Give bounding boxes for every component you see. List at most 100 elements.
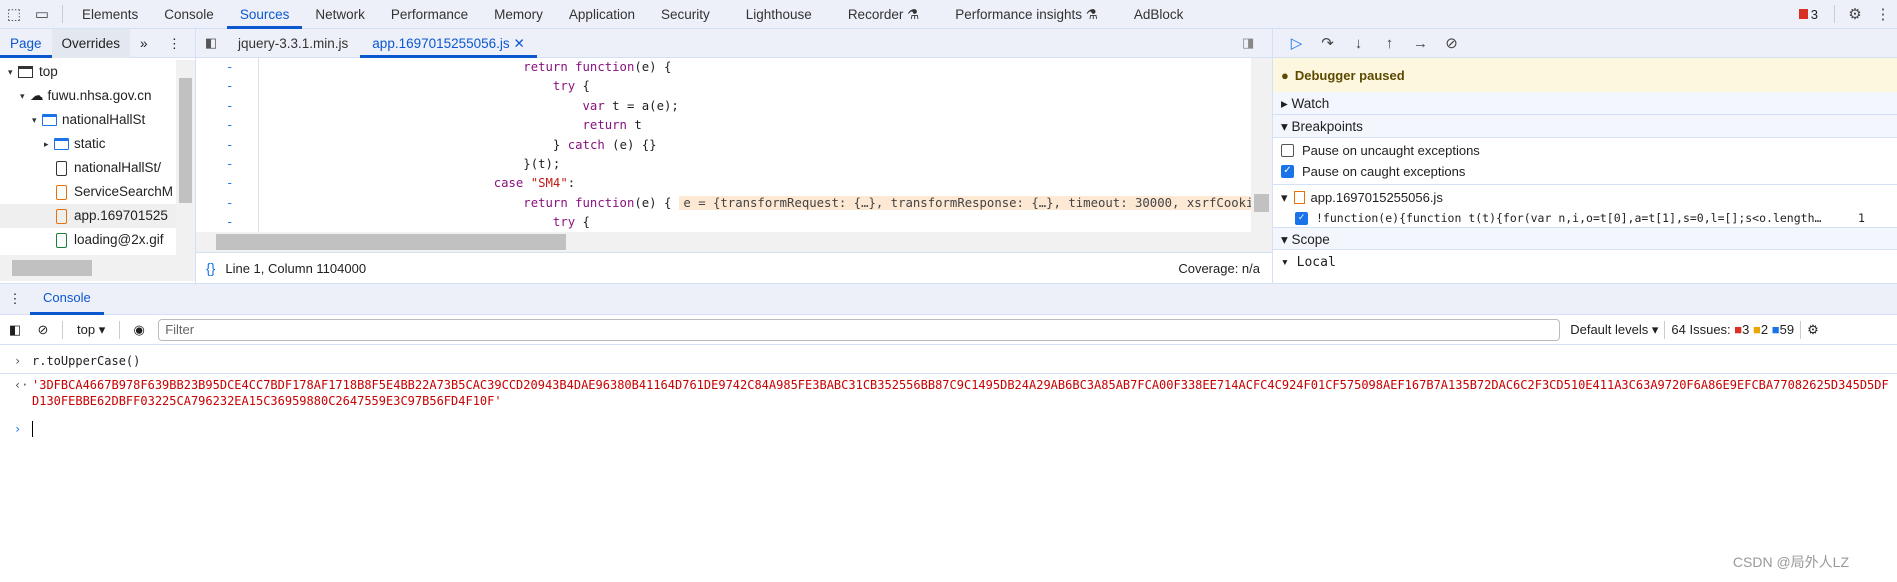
clear-console-icon[interactable]: ⊘ bbox=[30, 322, 56, 338]
tab-lighthouse[interactable]: Lighthouse bbox=[733, 0, 825, 29]
tab-adblock[interactable]: AdBlock bbox=[1121, 0, 1197, 29]
error-badge[interactable]: 3 bbox=[1798, 7, 1818, 22]
issues-button[interactable]: 64 Issues: ■3 ■2 ■59 bbox=[1671, 322, 1794, 337]
code-vscrollbar[interactable] bbox=[1251, 58, 1272, 232]
issue-info-count: 59 bbox=[1779, 322, 1795, 337]
tree-item[interactable]: nationalHallSt/ bbox=[0, 156, 176, 180]
tab-network[interactable]: Network bbox=[302, 0, 378, 29]
inline-value: e = {transformRequest: {…}, transformRes… bbox=[679, 195, 1251, 210]
step-over-icon[interactable]: ↷ bbox=[1312, 34, 1343, 52]
tree-scrollbar[interactable] bbox=[176, 60, 195, 255]
editor-tab-jquery[interactable]: jquery-3.3.1.min.js bbox=[226, 29, 360, 58]
device-toolbar-icon[interactable]: ▭ bbox=[28, 5, 56, 23]
code-hscrollbar[interactable] bbox=[196, 232, 1272, 252]
show-sidebar-icon[interactable]: ◧ bbox=[0, 322, 30, 338]
console-prompt[interactable]: › bbox=[0, 421, 1897, 441]
tree-item[interactable]: ServiceSearchM bbox=[0, 180, 176, 204]
toggle-navigator-icon[interactable]: ◧ bbox=[196, 35, 226, 51]
paused-text: Debugger paused bbox=[1294, 67, 1405, 83]
code-token: catch bbox=[567, 137, 605, 152]
code-line: - } catch (e) {} bbox=[196, 136, 1251, 155]
line-gutter-marker[interactable]: - bbox=[226, 136, 233, 155]
nav-tab-page[interactable]: Page bbox=[0, 29, 52, 58]
line-gutter-marker[interactable]: - bbox=[226, 194, 233, 213]
inspect-element-icon[interactable]: ⬚ bbox=[0, 5, 28, 23]
tab-security[interactable]: Security bbox=[648, 0, 723, 29]
pretty-print-icon[interactable]: {} bbox=[206, 260, 215, 276]
breakpoint-checkbox[interactable]: ✓ bbox=[1295, 212, 1308, 225]
tree-item[interactable]: ▾ ☁ fuwu.nhsa.gov.cn bbox=[0, 84, 176, 108]
folder-icon bbox=[54, 138, 69, 150]
line-gutter-marker[interactable]: - bbox=[226, 174, 233, 193]
line-gutter-marker[interactable]: - bbox=[226, 77, 233, 96]
tree-hscrollbar[interactable] bbox=[0, 255, 195, 281]
line-gutter-marker[interactable]: - bbox=[226, 58, 233, 77]
input-chevron-icon: › bbox=[14, 354, 22, 368]
code-token: return bbox=[523, 60, 576, 74]
local-scope[interactable]: ▾ Local bbox=[1273, 250, 1897, 274]
breakpoint-code: !function(e){function t(t){for(var n,i,o… bbox=[1316, 211, 1822, 225]
expand-arrow-icon[interactable]: ▾ bbox=[32, 108, 42, 132]
tab-console[interactable]: Console bbox=[151, 0, 227, 29]
step-icon[interactable]: → bbox=[1405, 35, 1436, 52]
step-out-icon[interactable]: ↑ bbox=[1374, 35, 1405, 52]
code-lines[interactable]: - return function(e) {- try {- var t = a… bbox=[196, 58, 1251, 232]
nav-tab-overrides[interactable]: Overrides bbox=[51, 28, 131, 58]
more-tabs-icon[interactable]: » bbox=[130, 29, 158, 58]
expand-arrow-icon[interactable]: ▾ bbox=[8, 60, 18, 84]
drawer-tab-console[interactable]: Console bbox=[30, 283, 104, 315]
code-token: (e) { bbox=[634, 195, 672, 210]
pause-uncaught-checkbox[interactable] bbox=[1281, 144, 1294, 157]
pause-uncaught-option[interactable]: Pause on uncaught exceptions bbox=[1273, 140, 1897, 161]
pause-caught-checkbox[interactable]: ✓ bbox=[1281, 165, 1294, 178]
breakpoint-entry[interactable]: ✓ !function(e){function t(t){for(var n,i,… bbox=[1273, 208, 1897, 229]
line-gutter-marker[interactable]: - bbox=[226, 155, 233, 174]
watch-section[interactable]: ▸ Watch bbox=[1273, 92, 1897, 115]
tab-sources[interactable]: Sources bbox=[226, 0, 303, 29]
line-gutter-marker[interactable]: - bbox=[226, 116, 233, 135]
cursor-position: Line 1, Column 1104000 bbox=[225, 260, 367, 276]
console-settings-icon[interactable]: ⚙ bbox=[1807, 322, 1819, 338]
step-into-icon[interactable]: ↓ bbox=[1343, 35, 1374, 52]
editor-tab-app[interactable]: app.1697015255056.js ✕ bbox=[360, 29, 537, 58]
live-expression-eye-icon[interactable]: ◉ bbox=[126, 322, 152, 338]
tree-item[interactable]: ▾ nationalHallSt bbox=[0, 108, 176, 132]
settings-gear-icon[interactable]: ⚙ bbox=[1841, 5, 1869, 23]
expand-arrow-icon[interactable]: ▾ bbox=[20, 84, 30, 108]
drawer-menu-icon[interactable]: ⋮ bbox=[0, 291, 30, 307]
tree-item[interactable]: ▸ static bbox=[0, 132, 176, 156]
log-levels-dropdown[interactable]: Default levels ▾ bbox=[1570, 322, 1658, 338]
close-tab-icon[interactable]: ✕ bbox=[513, 36, 524, 51]
more-options-icon[interactable]: ⋮ bbox=[1869, 5, 1897, 23]
code-token: "SM4" bbox=[530, 176, 568, 191]
toggle-debugger-icon[interactable]: ◨ bbox=[1242, 35, 1272, 51]
breakpoint-file[interactable]: ▾ app.1697015255056.js bbox=[1273, 187, 1897, 208]
result-arrow-icon: ‹· bbox=[14, 378, 29, 392]
tab-performance[interactable]: Performance insights ⚗ bbox=[942, 0, 1111, 29]
pause-caught-option[interactable]: ✓ Pause on caught exceptions bbox=[1273, 161, 1897, 182]
tree-item[interactable]: app.169701525 bbox=[0, 204, 176, 228]
navigator-menu-icon[interactable]: ⋮ bbox=[158, 29, 192, 58]
breakpoints-label: Breakpoints bbox=[1291, 119, 1363, 134]
line-gutter-marker[interactable]: - bbox=[226, 97, 233, 116]
deactivate-breakpoints-icon[interactable]: ⊘ bbox=[1436, 34, 1467, 52]
code-token: case bbox=[493, 176, 531, 191]
tab-memory[interactable]: Memory bbox=[481, 0, 556, 29]
scope-section[interactable]: ▾ Scope bbox=[1273, 227, 1897, 250]
code-token: return bbox=[582, 118, 627, 133]
filter-input[interactable]: Filter bbox=[158, 318, 1561, 341]
tab-recorder[interactable]: Recorder ⚗ bbox=[835, 0, 932, 29]
code-token: function bbox=[575, 60, 635, 74]
expand-arrow-icon[interactable]: ▸ bbox=[44, 132, 54, 156]
file-icon bbox=[56, 232, 67, 248]
breakpoints-section[interactable]: ▾ Breakpoints bbox=[1273, 115, 1897, 138]
tree-item[interactable]: ▾ top bbox=[0, 60, 176, 84]
tree-item[interactable]: loading@2x.gif bbox=[0, 228, 176, 252]
tab-elements[interactable]: Elements bbox=[69, 0, 151, 29]
resume-icon[interactable]: ▷ bbox=[1281, 34, 1312, 52]
line-gutter-marker[interactable]: - bbox=[226, 213, 233, 232]
tab-application[interactable]: Application bbox=[556, 0, 648, 29]
editor-tab-label: app.1697015255056.js bbox=[372, 35, 510, 51]
context-selector[interactable]: top ▾ bbox=[77, 322, 105, 338]
tab-performance[interactable]: Performance bbox=[378, 0, 481, 29]
